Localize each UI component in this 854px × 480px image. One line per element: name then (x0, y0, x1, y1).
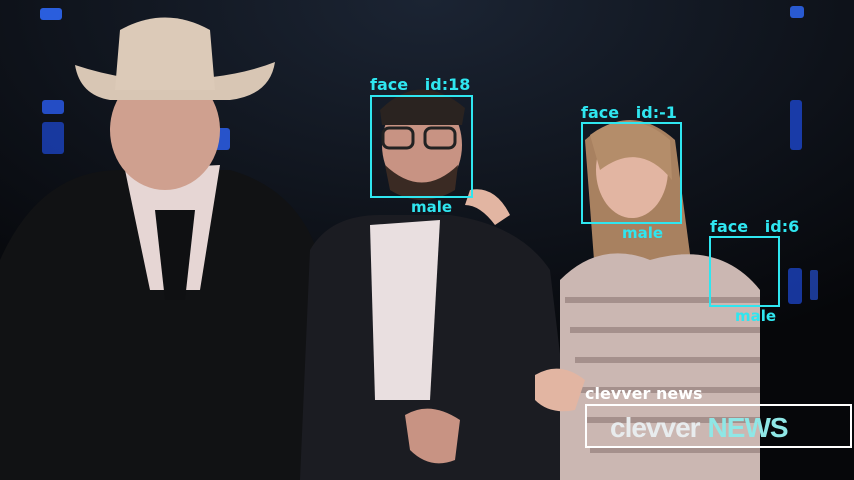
face-box-18 (370, 95, 473, 198)
gender-label-6: male (735, 307, 777, 325)
gender-label-minus1: male (622, 224, 664, 242)
logo-wordmark-news: NEWS (707, 412, 789, 443)
face-box-minus1 (581, 122, 682, 224)
face-box-6 (709, 236, 780, 307)
logo-label: clevver news (585, 384, 703, 403)
gender-label-18: male (411, 198, 453, 216)
face-label-18: face id:18 (370, 75, 471, 94)
logo-wordmark-clevver: clevver (610, 412, 701, 443)
face-label-6: face id:6 (710, 217, 800, 236)
clevver-news-logo: clevver NEWS (610, 411, 840, 445)
stage-light (40, 8, 62, 20)
face-label-minus1: face id:-1 (581, 103, 677, 122)
